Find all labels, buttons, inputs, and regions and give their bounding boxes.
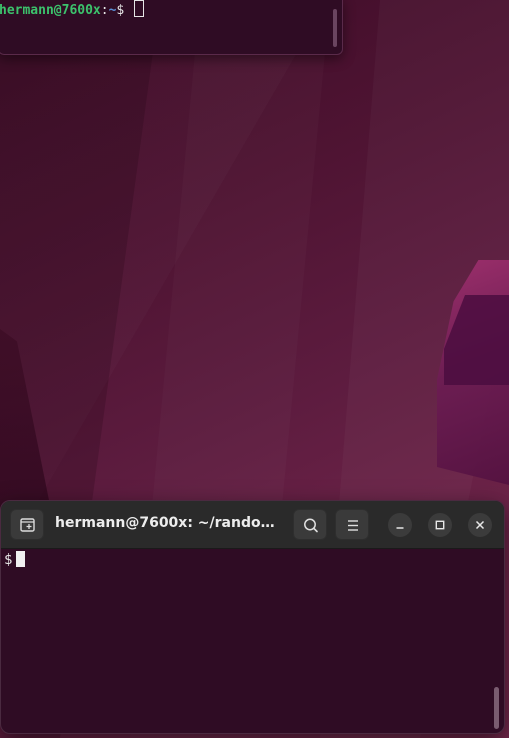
prompt-separator: :: [100, 3, 109, 18]
search-button[interactable]: [293, 509, 327, 540]
top-terminal-window[interactable]: hermann@7600x:~$: [0, 0, 343, 55]
desktop-background: hermann@7600x:~$ hermann@7600x: ~/random…: [0, 0, 509, 738]
prompt-symbol: $: [116, 3, 125, 18]
new-tab-icon: [20, 518, 35, 532]
prompt-symbol: $: [4, 552, 13, 568]
terminal-headerbar[interactable]: hermann@7600x: ~/random...: [1, 501, 504, 549]
terminal-content[interactable]: $: [1, 549, 504, 733]
terminal-scrollbar[interactable]: [494, 687, 499, 729]
wallpaper-shape-left: [0, 300, 55, 530]
minimize-button[interactable]: [388, 513, 412, 537]
terminal-cursor: [16, 551, 26, 567]
top-terminal-prompt-line: hermann@7600x:~$: [0, 0, 145, 20]
terminal-prompt-line: $: [4, 551, 26, 569]
terminal-cursor-unfocused: [134, 0, 145, 17]
maximize-button[interactable]: [428, 513, 452, 537]
terminal-window[interactable]: hermann@7600x: ~/random... $: [0, 500, 505, 734]
hamburger-menu-icon: [348, 520, 358, 531]
search-icon: [304, 518, 318, 533]
close-icon: [475, 520, 485, 530]
minimize-icon: [396, 527, 404, 529]
menu-button[interactable]: [335, 509, 369, 540]
prompt-user-host: hermann@7600x: [0, 3, 101, 18]
top-terminal-scrollbar[interactable]: [333, 9, 337, 47]
new-tab-button[interactable]: [10, 509, 44, 540]
close-button[interactable]: [468, 513, 492, 537]
maximize-icon: [435, 520, 445, 530]
window-title: hermann@7600x: ~/random...: [55, 515, 277, 531]
